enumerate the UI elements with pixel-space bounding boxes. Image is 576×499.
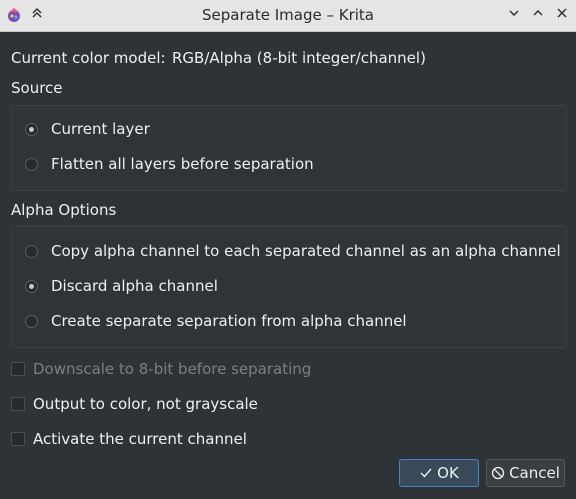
radio-button[interactable] <box>25 279 38 293</box>
radio-label: Flatten all layers before separation <box>51 155 314 173</box>
chevron-up-icon <box>533 10 543 16</box>
cancel-button-label: Cancel <box>509 464 560 482</box>
checkbox-label: Downscale to 8-bit before separating <box>33 360 312 378</box>
radio-label: Create separate separation from alpha ch… <box>51 312 407 330</box>
close-icon <box>557 8 567 18</box>
window-title: Separate Image – Krita <box>202 6 374 24</box>
radio-flatten-layers[interactable]: Flatten all layers before separation <box>25 153 314 175</box>
radio-separate-alpha[interactable]: Create separate separation from alpha ch… <box>25 310 407 332</box>
maximize-button[interactable] <box>528 5 548 25</box>
checkmark-icon <box>420 468 432 478</box>
radio-button[interactable] <box>25 157 38 171</box>
checkbox-output-color[interactable]: Output to color, not grayscale <box>11 393 258 415</box>
cancel-button[interactable]: Cancel <box>486 459 565 487</box>
radio-label: Current layer <box>51 120 150 138</box>
radio-copy-alpha[interactable]: Copy alpha channel to each separated cha… <box>25 240 561 262</box>
checkbox-label: Output to color, not grayscale <box>33 395 258 413</box>
alpha-options-heading: Alpha Options <box>11 201 117 219</box>
source-heading: Source <box>11 79 63 97</box>
radio-label: Discard alpha channel <box>51 277 218 295</box>
color-model-value: RGB/Alpha (8-bit integer/channel) <box>172 49 426 67</box>
radio-button[interactable] <box>25 122 38 136</box>
radio-button[interactable] <box>25 244 38 258</box>
checkbox[interactable] <box>11 397 25 411</box>
title-bar: Separate Image – Krita <box>0 0 576 32</box>
radio-label: Copy alpha channel to each separated cha… <box>51 242 561 260</box>
checkbox[interactable] <box>11 432 25 446</box>
close-button[interactable] <box>552 5 572 25</box>
chevron-down-icon <box>509 10 519 16</box>
radio-discard-alpha[interactable]: Discard alpha channel <box>25 275 218 297</box>
checkbox[interactable] <box>11 362 25 376</box>
checkbox-label: Activate the current channel <box>33 430 247 448</box>
radio-current-layer[interactable]: Current layer <box>25 118 150 140</box>
checkbox-downscale-8bit[interactable]: Downscale to 8-bit before separating <box>11 358 311 380</box>
minimize-button[interactable] <box>504 5 524 25</box>
color-model-label: Current color model: <box>11 49 166 67</box>
ok-button[interactable]: OK <box>399 459 479 487</box>
ok-button-label: OK <box>437 464 459 482</box>
checkbox-activate-channel[interactable]: Activate the current channel <box>11 428 247 450</box>
radio-button[interactable] <box>25 314 38 328</box>
cancel-icon <box>491 466 505 480</box>
